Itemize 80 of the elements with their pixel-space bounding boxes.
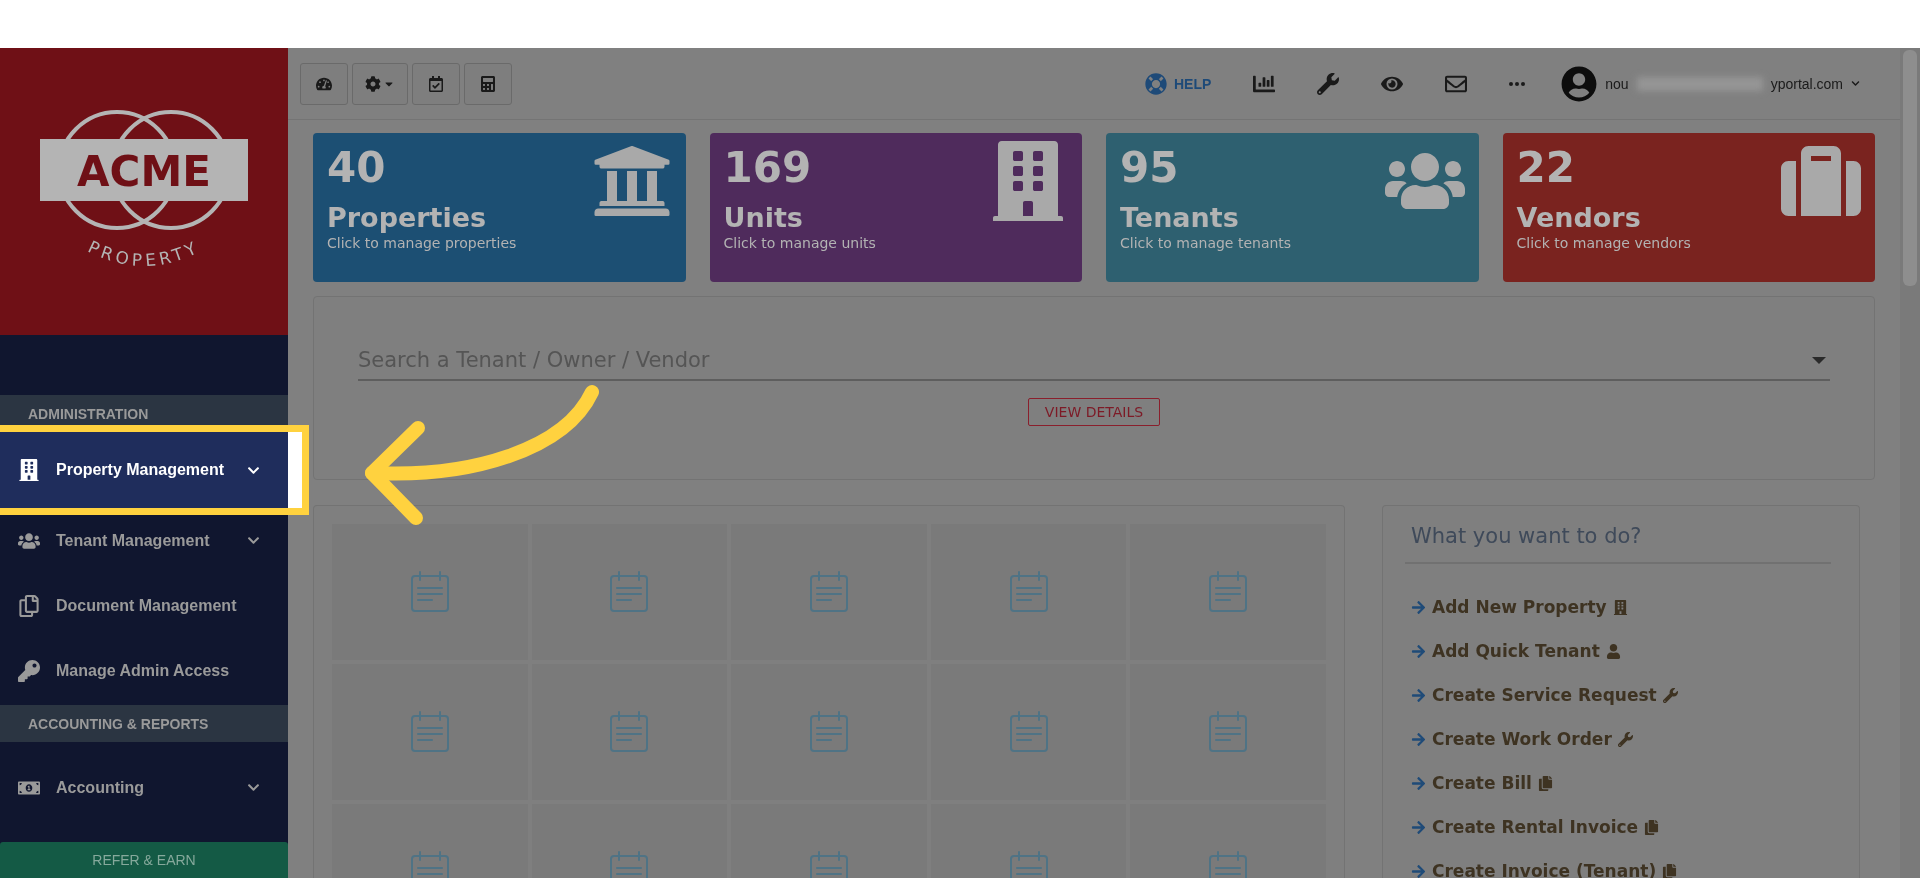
- action-link[interactable]: Create Service Request: [1411, 682, 1831, 708]
- stat-caption: Click to manage units: [723, 234, 877, 251]
- chevron-down-icon: [247, 781, 260, 794]
- wrench-icon: [1317, 72, 1340, 95]
- key-icon: [18, 659, 40, 682]
- calculator-icon: [480, 75, 496, 92]
- nav-item[interactable]: Manage Admin Access: [0, 638, 288, 703]
- arrow-right-icon: [1411, 775, 1426, 791]
- stat-card[interactable]: 40 Properties Click to manage properties: [313, 133, 686, 282]
- action-link[interactable]: Add Quick Tenant: [1411, 638, 1831, 664]
- notepad-icon: [807, 570, 851, 614]
- stat-card[interactable]: 169 Units Click to manage units: [709, 133, 1082, 282]
- copy-icon: [1662, 863, 1678, 878]
- wrench-icon: [1617, 731, 1633, 747]
- arrow-right-icon: [1411, 863, 1426, 878]
- tile[interactable]: [332, 664, 528, 800]
- section-heading: ACCOUNTING & REPORTS: [0, 705, 288, 742]
- tile[interactable]: [930, 664, 1127, 800]
- action-link[interactable]: Add New Property: [1411, 594, 1831, 620]
- arrow-right-icon: [1411, 687, 1426, 703]
- action-link[interactable]: Create Bill: [1411, 770, 1831, 796]
- building-icon: [18, 459, 40, 481]
- toolbar-button[interactable]: [352, 62, 408, 105]
- copy-icon: [1537, 775, 1553, 791]
- stat-label: Vendors: [1516, 201, 1642, 233]
- stat-label: Units: [723, 201, 804, 233]
- tile[interactable]: [1130, 664, 1326, 800]
- stat-value: 40: [327, 142, 387, 194]
- tile[interactable]: [930, 524, 1127, 660]
- chevron-down-icon: [247, 534, 260, 547]
- email-text: nou: [1605, 75, 1629, 92]
- tile[interactable]: [731, 524, 927, 660]
- nav-item[interactable]: Tenant Management: [0, 508, 288, 573]
- toolbar-button[interactable]: [464, 62, 512, 105]
- stat-caption: Click to manage properties: [327, 234, 518, 251]
- stat-label: Tenants: [1120, 201, 1240, 233]
- stat-caption: Click to manage tenants: [1120, 234, 1293, 251]
- tile[interactable]: [531, 664, 728, 800]
- caret-icon: [1812, 356, 1826, 364]
- panel-title: What you want to do?: [1405, 524, 1831, 564]
- help-link[interactable]: HELP: [1144, 72, 1212, 95]
- building-icon: [1612, 599, 1628, 615]
- refer-button[interactable]: REFER & EARN: [0, 842, 288, 878]
- stat-value: 22: [1516, 142, 1576, 194]
- action-link[interactable]: Create Work Order: [1411, 726, 1831, 752]
- stat-value: 169: [723, 142, 813, 194]
- calendar-icon: [428, 75, 444, 92]
- action-link[interactable]: Create Rental Invoice: [1411, 814, 1831, 840]
- nav-item[interactable]: Document Management: [0, 573, 288, 638]
- stat-card[interactable]: 22 Vendors Click to manage vendors: [1502, 133, 1875, 282]
- gear-icon: [365, 75, 381, 92]
- email-text: yportal.com: [1770, 75, 1843, 92]
- user-icon: [1605, 643, 1621, 659]
- copy-icon: [1644, 819, 1660, 835]
- lifebuoy-icon: [1144, 72, 1167, 95]
- chevron-down-icon[interactable]: [1851, 79, 1860, 88]
- tile[interactable]: [531, 524, 728, 660]
- toolbar-button[interactable]: [300, 62, 348, 105]
- toolbar-button[interactable]: [412, 62, 460, 105]
- avatar-icon[interactable]: [1561, 65, 1598, 102]
- stat-caption: Click to manage vendors: [1516, 234, 1692, 251]
- stat-value: 95: [1120, 142, 1180, 194]
- arrow-right-icon: [1411, 731, 1426, 747]
- notepad-icon: [807, 710, 851, 754]
- tile[interactable]: [731, 664, 927, 800]
- wrench-icon: [1662, 687, 1678, 703]
- arrow-right-icon: [1411, 599, 1426, 615]
- logo-tagline: PROPERTY: [84, 236, 204, 270]
- nav-item[interactable]: Accounting: [0, 755, 288, 820]
- tile[interactable]: [1130, 524, 1326, 660]
- stat-label: Properties: [327, 201, 488, 233]
- more-icon: [1509, 81, 1526, 86]
- view-details-button[interactable]: VIEW DETAILS: [1027, 398, 1161, 426]
- tile[interactable]: [332, 524, 528, 660]
- logo-wordmark: ACME: [77, 146, 211, 196]
- documents-icon: [18, 594, 40, 617]
- arrow-right-icon: [1411, 819, 1426, 835]
- arrow-right-icon: [1411, 643, 1426, 659]
- dashboard-icon: [316, 75, 332, 92]
- stat-card[interactable]: 95 Tenants Click to manage tenants: [1106, 133, 1479, 282]
